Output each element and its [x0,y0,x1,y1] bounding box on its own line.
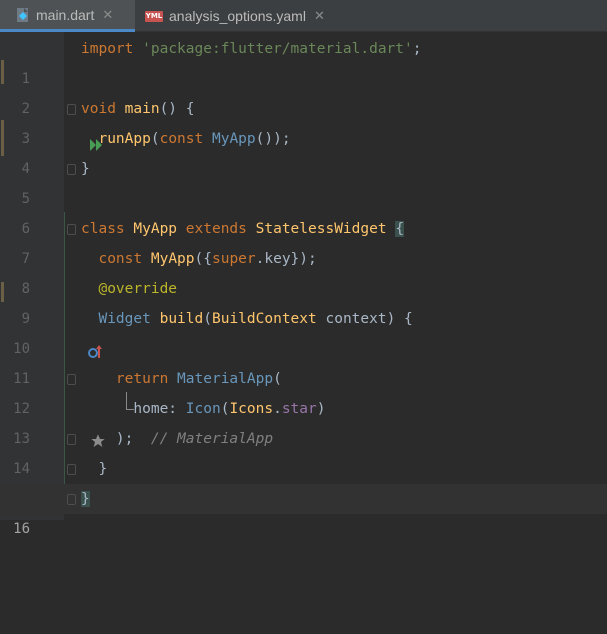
dart-file-icon [15,7,31,23]
fold-marker[interactable] [67,164,76,175]
code-line: 5 } [0,154,607,207]
fold-marker[interactable] [67,224,76,235]
fold-marker[interactable] [67,464,76,475]
line-number: 16 [13,521,30,537]
code-line: 10 Widget build(BuildContext context) { [0,304,607,358]
tab-label: main.dart [36,6,95,23]
yaml-file-icon: YML [144,10,164,22]
close-icon[interactable]: ✕ [314,8,325,24]
fold-marker[interactable] [67,374,76,385]
code-line: 3 void main() { [0,94,607,151]
code-line-current: 16 } [0,484,607,537]
code-line: 7 class MyApp extends StatelessWidget { [0,214,607,267]
code-line: 2 [0,64,607,117]
tab-analysis-options-yaml[interactable]: YML analysis_options.yaml ✕ [140,0,340,32]
code-editor[interactable]: 1 import 'package:flutter/material.dart'… [0,32,607,537]
tab-main-dart[interactable]: main.dart ✕ [0,0,135,32]
code-line: 14 ); // MaterialApp [0,424,607,477]
fold-marker[interactable] [67,104,76,115]
code-line: 6 [0,184,607,237]
tab-label: analysis_options.yaml [169,8,306,24]
close-icon[interactable]: ✕ [102,7,113,23]
fold-marker[interactable] [67,434,76,445]
code-line: 13 home: Icon(Icons.star) [0,394,607,447]
code-line: 11 [0,334,607,387]
code-line: 8 const MyApp({super.key}); [0,244,607,297]
code-line: 1 import 'package:flutter/material.dart'… [0,34,607,87]
code-line: 12 return MaterialApp( [0,364,607,417]
code-line: 15 } [0,454,607,507]
code-line: 4 runApp(const MyApp()); [0,124,607,177]
editor-tab-bar: main.dart ✕ YML analysis_options.yaml ✕ [0,0,607,32]
fold-marker[interactable] [67,494,76,505]
code-line: 9 @override [0,274,607,327]
